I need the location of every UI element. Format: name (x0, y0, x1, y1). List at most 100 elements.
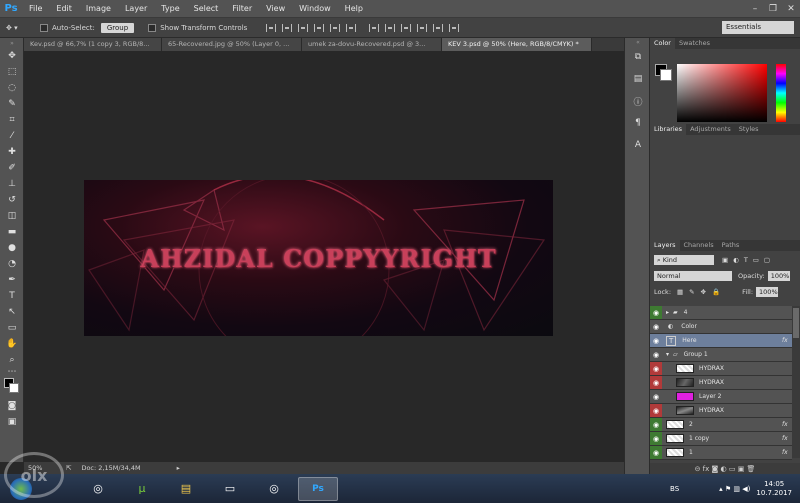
blur-tool-icon[interactable]: ● (0, 240, 24, 256)
tab-layers[interactable]: Layers (650, 240, 680, 251)
menu-help[interactable]: Help (338, 0, 370, 18)
status-menu-arrow-icon[interactable]: ▸ (177, 464, 180, 472)
visibility-eye-icon[interactable]: ◉ (650, 320, 662, 333)
close-button[interactable]: ✕ (782, 0, 800, 18)
align-left-icon[interactable] (314, 23, 325, 32)
hue-slider[interactable] (776, 64, 786, 122)
gradient-tool-icon[interactable]: ▬ (0, 224, 24, 240)
marquee-tool-icon[interactable]: ⬚ (0, 64, 24, 80)
chrome-icon[interactable]: ◎ (78, 477, 118, 501)
auto-select-dropdown[interactable]: Group (100, 22, 135, 33)
align-middle-icon[interactable] (282, 23, 293, 32)
screen-icon[interactable]: ▭ (210, 477, 250, 501)
visibility-eye-icon[interactable]: ◉ (650, 362, 662, 375)
visibility-eye-icon[interactable]: ◉ (650, 418, 662, 431)
chrome-icon[interactable]: ◎ (254, 477, 294, 501)
layer-row-selected[interactable]: ◉ T Here fx (650, 334, 792, 348)
clock[interactable]: 14:05 10.7.2017 (756, 480, 792, 498)
zoom-tool-icon[interactable]: ⌕ (0, 352, 24, 368)
visibility-eye-icon[interactable]: ◉ (650, 334, 662, 347)
layers-footer-buttons[interactable]: ⊝ fx ◙ ◐ ▭ ▣ 🗑 (650, 463, 800, 474)
visibility-eye-icon[interactable]: ◉ (650, 376, 662, 389)
layer-row[interactable]: ◉ HYDRAX (650, 376, 792, 390)
tab-kev-psd[interactable]: Kev.psd @ 66,7% (1 copy 3, RGB/8... (24, 38, 162, 51)
screen-mode-icon[interactable]: ▣ (0, 414, 24, 430)
artwork-banner[interactable]: AHZIDAL COPPYYRIGHT (84, 180, 553, 336)
layer-row[interactable]: ◉ 1 copy fx (650, 432, 792, 446)
character-panel-icon[interactable]: A (625, 134, 651, 156)
align-center-icon[interactable] (330, 23, 341, 32)
menu-select[interactable]: Select (187, 0, 226, 18)
menu-edit[interactable]: Edit (49, 0, 79, 18)
distribute-top-icon[interactable] (369, 23, 380, 32)
visibility-eye-icon[interactable]: ◉ (650, 306, 662, 319)
layer-row[interactable]: ◉ 2 fx (650, 418, 792, 432)
transform-controls-option[interactable]: Show Transform Controls (148, 23, 247, 32)
lock-icons[interactable]: ▦✎✥🔒 (677, 288, 726, 296)
kind-filter-dropdown[interactable]: ⌕ Kind (654, 255, 714, 265)
distribute-middle-icon[interactable] (385, 23, 396, 32)
menu-type[interactable]: Type (154, 0, 186, 18)
menu-filter[interactable]: Filter (225, 0, 259, 18)
quick-select-tool-icon[interactable]: ✎ (0, 96, 24, 112)
move-tool-icon[interactable]: ✥ (0, 48, 24, 64)
language-indicator[interactable]: BS (670, 485, 679, 493)
layer-row[interactable]: ◉ ▸ ▰ 4 (650, 306, 792, 320)
layer-row[interactable]: ◉ 1 fx (650, 446, 792, 460)
expand-arrow-icon[interactable]: ▸ (666, 309, 669, 316)
brush-tool-icon[interactable]: ✐ (0, 160, 24, 176)
tab-styles[interactable]: Styles (735, 124, 763, 135)
distribute-center-icon[interactable] (433, 23, 444, 32)
canvas-area[interactable]: AHZIDAL COPPYYRIGHT (24, 51, 624, 462)
align-right-icon[interactable] (346, 23, 357, 32)
filter-icons[interactable]: ▣◐T▭▢ (722, 256, 775, 264)
more-tools-icon[interactable]: ⋯ (0, 367, 24, 377)
maximize-button[interactable]: ❐ (764, 0, 782, 18)
strip-grip[interactable]: « (625, 38, 651, 46)
tab-channels[interactable]: Channels (680, 240, 718, 251)
healing-tool-icon[interactable]: ✚ (0, 144, 24, 160)
visibility-eye-icon[interactable]: ◉ (650, 390, 662, 403)
auto-select-checkbox[interactable] (40, 23, 48, 32)
panel-background-swatch[interactable] (660, 69, 672, 81)
workspace-dropdown[interactable]: Essentials (722, 21, 794, 34)
align-bottom-icon[interactable] (298, 23, 309, 32)
export-icon[interactable]: ⇱ (66, 464, 71, 472)
utorrent-icon[interactable]: µ (122, 477, 162, 501)
menu-view[interactable]: View (259, 0, 292, 18)
lasso-tool-icon[interactable]: ◌ (0, 80, 24, 96)
menu-layer[interactable]: Layer (118, 0, 154, 18)
layer-fx-icon[interactable]: fx (782, 449, 792, 456)
history-panel-icon[interactable]: ⧉ (625, 46, 651, 68)
distribute-bottom-icon[interactable] (401, 23, 412, 32)
visibility-eye-icon[interactable]: ◉ (650, 432, 662, 445)
eyedropper-tool-icon[interactable]: ⁄ (0, 128, 24, 144)
layers-scrollbar-thumb[interactable] (793, 308, 799, 338)
hand-tool-icon[interactable]: ✋ (0, 336, 24, 352)
tab-adjustments[interactable]: Adjustments (686, 124, 735, 135)
layer-row[interactable]: ◉ HYDRAX (650, 362, 792, 376)
visibility-eye-icon[interactable]: ◉ (650, 404, 662, 417)
tab-paths[interactable]: Paths (718, 240, 744, 251)
layer-fx-icon[interactable]: fx (782, 435, 792, 442)
layer-row[interactable]: ◉ ▾ ▱ Group 1 (650, 348, 792, 362)
stamp-tool-icon[interactable]: ⊥ (0, 176, 24, 192)
properties-panel-icon[interactable]: ▤ (625, 68, 651, 90)
fill-input[interactable]: 100% (756, 287, 779, 297)
distribute-left-icon[interactable] (417, 23, 428, 32)
opacity-input[interactable]: 100% (767, 271, 790, 281)
crop-tool-icon[interactable]: ⌗ (0, 112, 24, 128)
quick-mask-icon[interactable]: ◙ (0, 398, 24, 414)
tab-libraries[interactable]: Libraries (650, 124, 687, 135)
info-panel-icon[interactable]: ⓘ (625, 90, 651, 112)
layer-row[interactable]: ◉ ◐ Color (650, 320, 792, 334)
layer-row[interactable]: ◉ HYDRAX (650, 404, 792, 418)
layer-fx-icon[interactable]: fx (782, 421, 792, 428)
dodge-tool-icon[interactable]: ◔ (0, 256, 24, 272)
distribute-right-icon[interactable] (449, 23, 460, 32)
collapse-arrow-icon[interactable]: ▾ (666, 351, 669, 358)
layers-scrollbar[interactable] (792, 306, 800, 458)
toolbar-grip[interactable]: » (0, 38, 24, 48)
color-swatches[interactable] (0, 376, 24, 398)
tray-icons[interactable]: ▴ ⚑ ▥ ◀) (719, 485, 750, 493)
